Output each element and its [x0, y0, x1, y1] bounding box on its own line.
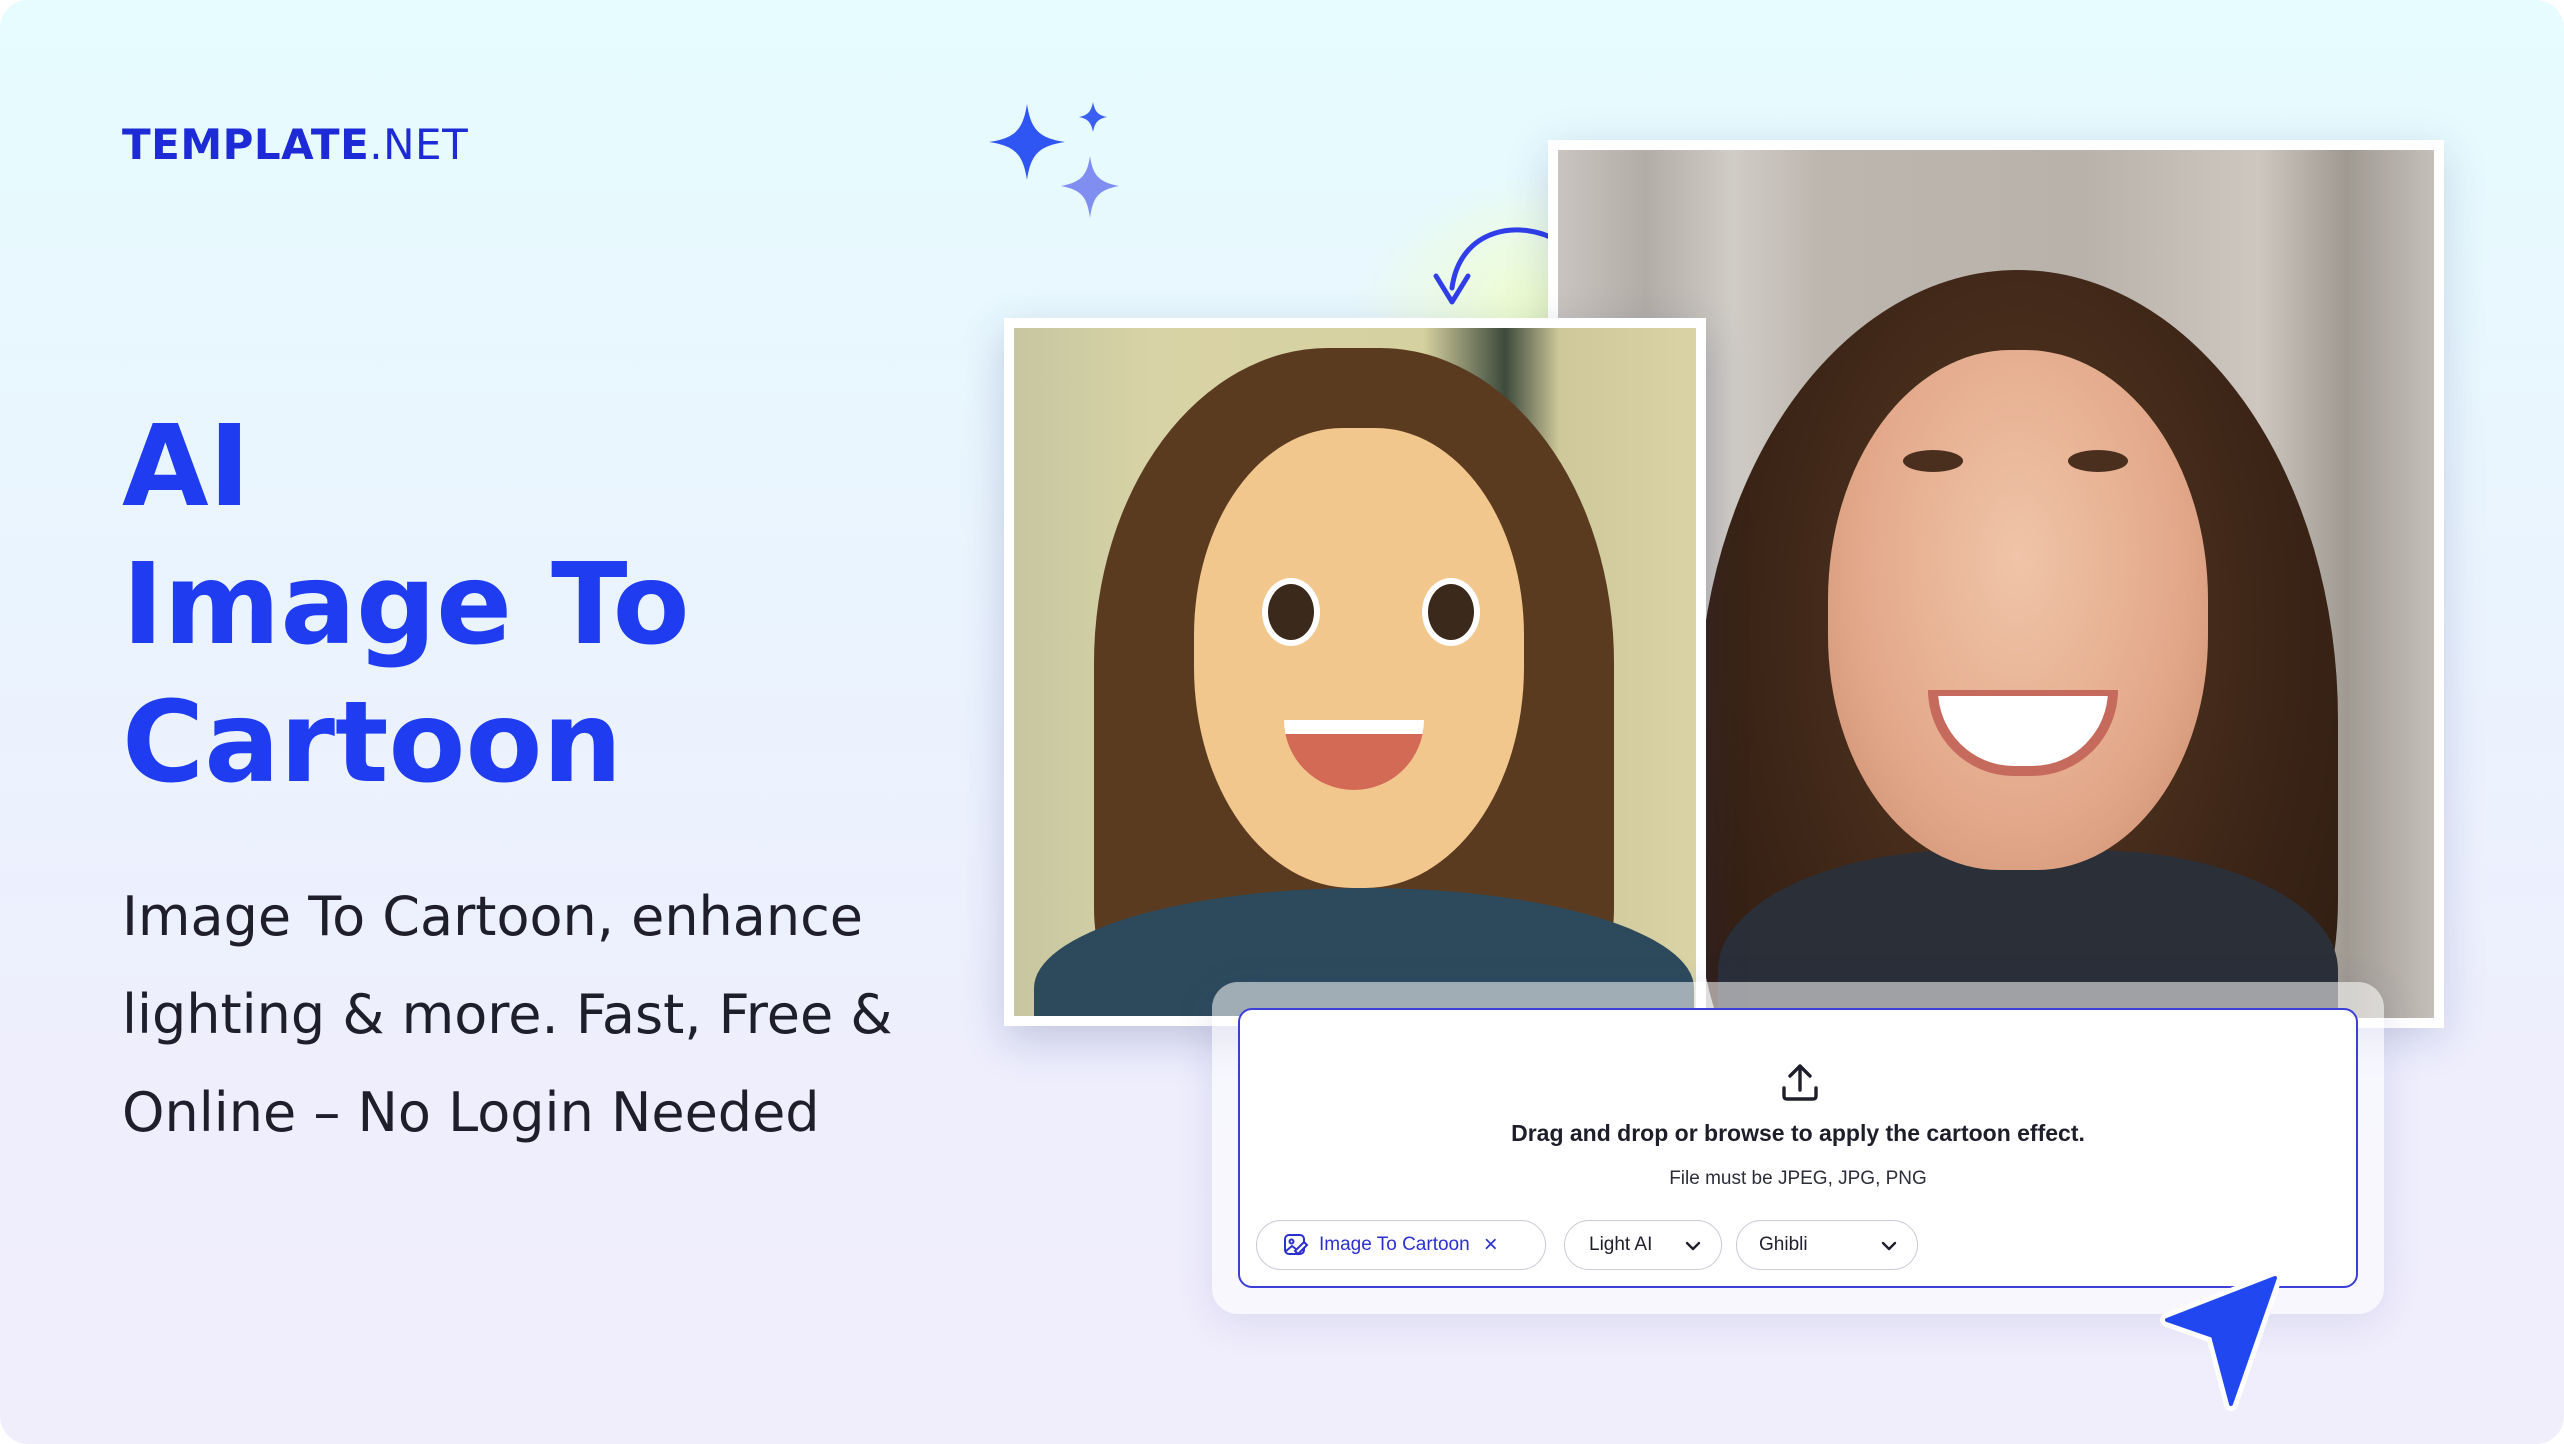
cartoon-result-image	[1014, 328, 1696, 1016]
style-select[interactable]: Ghibli	[1736, 1220, 1918, 1270]
cartoon-face	[1194, 428, 1524, 888]
upload-file-types: File must be JPEG, JPG, PNG	[1669, 1168, 1927, 1189]
page-frame: TEMPLATE.NET AI Image To Cartoon Image T…	[0, 0, 2564, 1444]
cursor-pointer-icon	[2160, 1274, 2282, 1411]
sparkle-icon	[989, 102, 1119, 218]
hero-subtitle: Image To Cartoon, enhance lighting & mor…	[122, 885, 893, 1144]
hero-title-line: AI	[122, 402, 251, 532]
logo-suffix-text: .NET	[369, 120, 469, 169]
original-face	[1828, 350, 2208, 870]
upload-dropzone[interactable]: Drag and drop or browse to apply the car…	[1238, 1008, 2358, 1288]
upload-icon[interactable]	[1776, 1058, 1824, 1106]
tool-chip-label: Image To Cartoon	[1319, 1234, 1470, 1255]
image-edit-icon	[1284, 1234, 1309, 1256]
hero-title-line: Cartoon	[122, 678, 623, 808]
upload-instruction: Drag and drop or browse to apply the car…	[1511, 1120, 2085, 1146]
hero-title: AI Image To Cartoon	[122, 398, 690, 812]
hero-title-line: Image To	[122, 540, 690, 670]
brand-logo[interactable]: TEMPLATE.NET	[122, 120, 468, 169]
cartoon-result-photo	[1004, 318, 1706, 1026]
model-select[interactable]: Light AI	[1564, 1220, 1722, 1270]
tool-chip-image-to-cartoon[interactable]: Image To Cartoon ×	[1256, 1220, 1546, 1270]
original-eye	[1903, 450, 1963, 472]
style-select-value: Ghibli	[1759, 1234, 1808, 1255]
chevron-down-icon	[1881, 1241, 1897, 1251]
logo-bold-text: TEMPLATE	[122, 120, 370, 169]
close-icon[interactable]: ×	[1484, 1233, 1498, 1257]
original-eye	[2068, 450, 2128, 472]
model-select-value: Light AI	[1589, 1234, 1653, 1255]
chevron-down-icon	[1685, 1241, 1701, 1251]
cartoon-eye	[1422, 578, 1480, 646]
cartoon-eye	[1262, 578, 1320, 646]
